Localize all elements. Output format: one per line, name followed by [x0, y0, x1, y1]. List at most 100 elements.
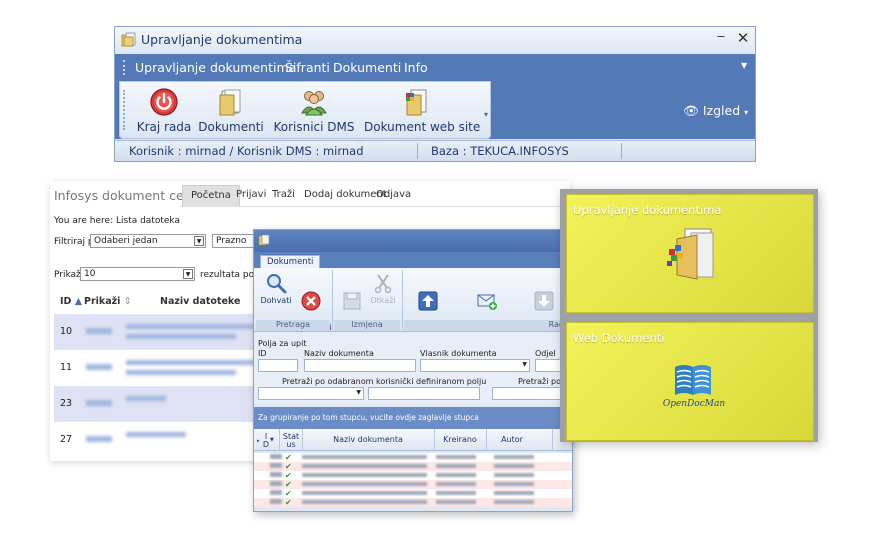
- query-naziv-label: Naziv dokumenta: [304, 349, 374, 358]
- blurred-text: [126, 396, 166, 401]
- menu-sifranti[interactable]: Šifranti: [285, 60, 330, 75]
- blurred-link[interactable]: [86, 364, 112, 370]
- blurred-link[interactable]: [86, 328, 112, 334]
- check-icon: ✔: [285, 480, 292, 489]
- grid-col-autor[interactable]: Autor: [488, 436, 536, 444]
- query-title: Polja za upit: [258, 339, 307, 348]
- check-icon: ✔: [285, 498, 292, 507]
- power-icon: [150, 88, 178, 116]
- tile-web-dokumenti[interactable]: Web Dokumenti OpenDocMan: [566, 322, 814, 441]
- dohvati-button[interactable]: Dohvati: [258, 272, 294, 305]
- breadcrumb: You are here: Lista datoteka: [54, 216, 180, 226]
- menu-upravljanje[interactable]: Upravljanje dokumentima: [135, 60, 296, 75]
- grid-row[interactable]: ✔: [254, 453, 572, 462]
- grid-row[interactable]: ✔: [254, 471, 572, 480]
- dms-main-window: Upravljanje dokumentima ‒ ✕ Upravljanje …: [114, 26, 756, 162]
- blurred-text: [126, 370, 236, 375]
- grid-col-id[interactable]: I D: [262, 433, 270, 449]
- title-bar: Upravljanje dokumentima ‒ ✕: [115, 27, 755, 53]
- column-prikazi[interactable]: Prikaži ⇕: [84, 296, 132, 307]
- query-panel: Polja za upit ID Naziv dokumenta Vlasnik…: [254, 333, 572, 403]
- grid-header: ▸ I D ▼ Stat us Naziv dokumenta Kreirano…: [254, 429, 572, 451]
- save-icon: [343, 292, 361, 310]
- grid-row[interactable]: ✔: [254, 489, 572, 498]
- grid-col-kreirano[interactable]: Kreirano: [436, 436, 484, 444]
- menu-grip: [123, 60, 126, 75]
- query-vlasnik-select[interactable]: ▼: [420, 359, 530, 372]
- izgled-dropdown[interactable]: 👁 Izgled ▾: [683, 103, 748, 119]
- blurred-link[interactable]: [86, 436, 112, 442]
- window-title: Upravljanje dokumentima: [141, 32, 303, 47]
- sort-asc-icon: ▲: [74, 296, 83, 307]
- nav-odjava[interactable]: Odjava: [368, 185, 419, 207]
- doc-title-bar: [254, 230, 572, 252]
- scissors-icon: [374, 274, 392, 294]
- clear-filter-icon: [301, 291, 321, 311]
- group-by-bar[interactable]: Za grupiranje po tom stupcu, vucite ovdj…: [254, 407, 572, 429]
- status-separator: [417, 143, 418, 159]
- query-id-input[interactable]: [258, 359, 298, 372]
- query-custom-input[interactable]: [368, 387, 480, 400]
- document-folder-icon: [219, 89, 241, 116]
- blurred-link[interactable]: [86, 400, 112, 406]
- minimize-icon[interactable]: ‒: [713, 29, 729, 47]
- download-icon: [534, 291, 554, 311]
- query-id-label: ID: [258, 349, 267, 358]
- close-icon[interactable]: ✕: [735, 29, 751, 47]
- grid-col-separator: [434, 429, 435, 451]
- menu-bar: Upravljanje dokumentima Šifranti Dokumen…: [115, 54, 755, 81]
- show-label: Prikaži: [54, 270, 84, 280]
- toolbar-overflow-icon[interactable]: ▾: [484, 110, 488, 119]
- status-bar: Korisnik : mirnad / Korisnik DMS : mirna…: [115, 140, 755, 161]
- dokumenti-button[interactable]: Dokumenti: [198, 82, 264, 138]
- eye-icon: 👁: [683, 103, 699, 118]
- tool-band: Kraj rada Dokumenti Korisnici DMS Dokume…: [115, 81, 755, 139]
- grid-col-separator: [279, 429, 280, 451]
- grid-col-separator: [302, 429, 303, 451]
- doc-tabs: Dokumenti: [254, 252, 572, 270]
- menu-dokumenti[interactable]: Dokumenti: [333, 60, 401, 75]
- menu-overflow-icon[interactable]: ▼: [741, 61, 747, 70]
- blurred-text: [126, 334, 236, 339]
- blurred-text: [126, 432, 186, 437]
- ribbon-separator: [332, 270, 333, 330]
- menu-info[interactable]: Info: [404, 60, 428, 75]
- tiles-panel: Upravljanje dokumentima Web Dokumenti Op…: [560, 189, 818, 442]
- filter-icon[interactable]: ▼: [270, 436, 274, 444]
- check-icon: ✔: [285, 462, 292, 471]
- chevron-down-icon: ▼: [356, 389, 361, 396]
- chevron-down-icon: ▾: [744, 108, 749, 117]
- web-documents-icon: [406, 89, 427, 116]
- chevron-down-icon: ▼: [522, 361, 527, 368]
- grid-row[interactable]: ✔: [254, 498, 572, 507]
- grid-col-status[interactable]: Stat us: [281, 433, 301, 449]
- open-book-icon: [675, 365, 711, 395]
- opendocman-logo: OpenDocMan: [663, 363, 725, 423]
- column-naziv-datoteke[interactable]: Naziv datoteke: [160, 296, 240, 307]
- check-icon: ✔: [285, 453, 292, 462]
- status-baza: Baza : TEKUCA.INFOSYS: [431, 144, 569, 158]
- tile-upravljanje-dokumentima[interactable]: Upravljanje dokumentima: [566, 194, 814, 313]
- kraj-rada-button[interactable]: Kraj rada: [134, 82, 194, 138]
- group-izmjena: Izmjena: [334, 320, 400, 331]
- ribbon-separator: [402, 270, 403, 330]
- query-custom-select[interactable]: ▼: [258, 387, 364, 400]
- filter-select[interactable]: Odaberi jedan ▼: [90, 234, 206, 248]
- grid-row[interactable]: ✔: [254, 480, 572, 489]
- otkazi-button[interactable]: Otkaži: [368, 272, 398, 305]
- grid-col-separator: [552, 429, 553, 451]
- status-separator: [621, 143, 622, 159]
- doc-ribbon: Dohvati Očisti filtere Spremi izmjene: [254, 268, 572, 341]
- email-add-icon: [477, 294, 497, 310]
- check-icon: ✔: [285, 471, 292, 480]
- column-id[interactable]: ID ▲: [60, 296, 82, 307]
- korisnici-dms-button[interactable]: Korisnici DMS: [270, 82, 358, 138]
- dokument-web-site-button[interactable]: Dokument web site: [364, 82, 480, 138]
- grid-col-naziv[interactable]: Naziv dokumenta: [306, 436, 430, 444]
- grid-row[interactable]: ✔: [254, 462, 572, 471]
- dokumenti-window: Dokumenti Dohvati Očisti filtere Spremi: [253, 229, 573, 512]
- query-naziv-input[interactable]: [304, 359, 416, 372]
- group-pretraga: Pretraga: [256, 320, 330, 331]
- grid-col-separator: [486, 429, 487, 451]
- page-size-select[interactable]: 10 ▼: [80, 267, 195, 281]
